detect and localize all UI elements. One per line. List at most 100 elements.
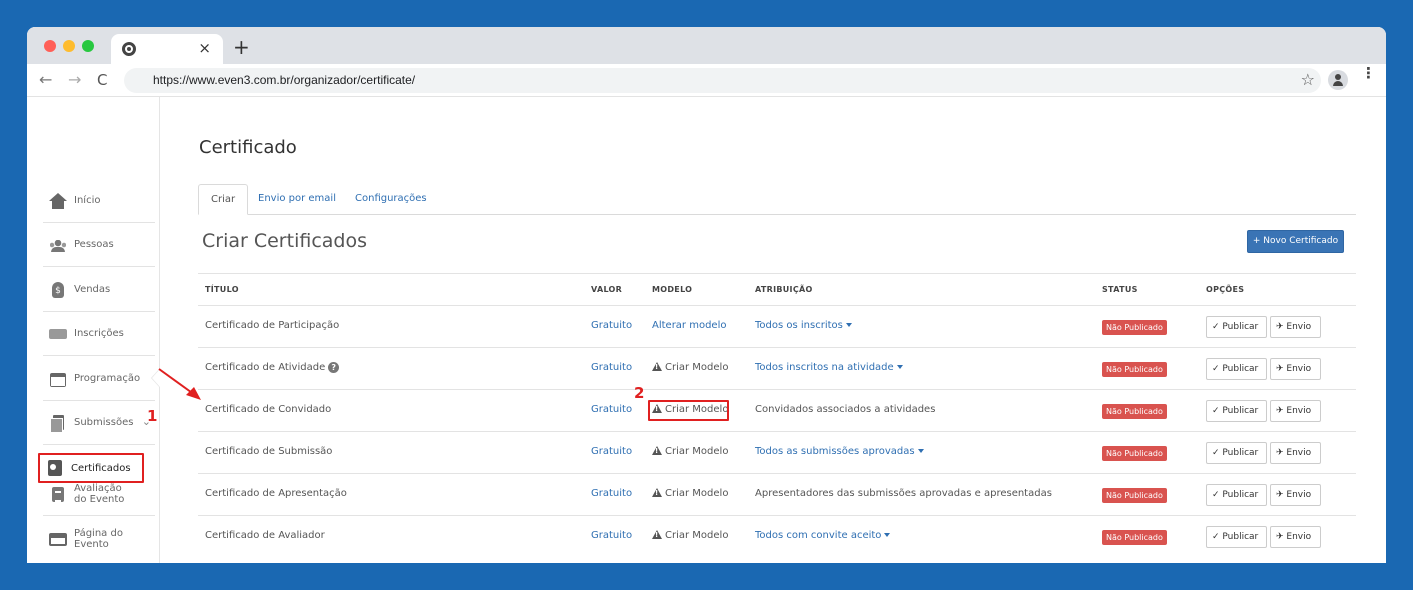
sidebar-item-label: Programação — [74, 373, 141, 384]
column-header-atribuicao: ATRIBUIÇÃO — [755, 285, 813, 294]
warning-icon — [652, 362, 662, 371]
table-row: Certificado de Apresentação Gratuito Cri… — [198, 474, 1356, 516]
row-title: Certificado de Atividade? — [205, 362, 340, 373]
home-icon — [49, 192, 67, 209]
sidebar-item-label: Inscrições — [74, 328, 124, 339]
sidebar-item-avaliacao[interactable]: Avaliação do Evento — [43, 472, 155, 516]
assignment-dropdown[interactable]: Todos as submissões aprovadas — [755, 446, 924, 457]
close-window-button[interactable] — [44, 40, 56, 52]
table-row: Certificado de Participação Gratuito Alt… — [198, 306, 1356, 348]
row-price-link[interactable]: Gratuito — [591, 530, 632, 541]
assignment-dropdown[interactable]: Todos com convite aceito — [755, 530, 891, 541]
browser-tab[interactable]: × — [111, 34, 223, 64]
browser-menu-icon[interactable]: ⋮ — [1361, 66, 1376, 81]
new-certificate-button[interactable]: + Novo Certificado — [1247, 230, 1344, 253]
assignment-dropdown[interactable]: Todos os inscritos — [755, 320, 852, 331]
minimize-window-button[interactable] — [63, 40, 75, 52]
table-header: TÍTULO VALOR MODELO ATRIBUIÇÃO STATUS OP… — [198, 273, 1356, 306]
sidebar-item-pessoas[interactable]: Pessoas — [43, 223, 155, 267]
create-model-link[interactable]: Criar Modelo — [652, 530, 728, 541]
sidebar: Início Pessoas Vendas Inscrições Program… — [27, 97, 160, 563]
tab-criar[interactable]: Criar — [198, 184, 249, 215]
caret-down-icon — [896, 365, 903, 369]
publish-button[interactable]: ✓ Publicar — [1206, 484, 1267, 506]
new-tab-button[interactable]: + — [233, 35, 250, 59]
sidebar-item-pagina[interactable]: Página do Evento — [43, 517, 155, 561]
sidebar-item-vendas[interactable]: Vendas — [43, 268, 155, 312]
caret-down-icon — [917, 449, 924, 453]
send-button[interactable]: ✈ Envio — [1270, 484, 1321, 506]
url-text: https://www.even3.com.br/organizador/cer… — [153, 73, 416, 87]
row-price-link[interactable]: Gratuito — [591, 446, 632, 457]
row-title: Certificado de Apresentação — [205, 488, 347, 499]
send-button[interactable]: ✈ Envio — [1270, 400, 1321, 422]
status-badge: Não Publicado — [1102, 404, 1167, 419]
send-button[interactable]: ✈ Envio — [1270, 358, 1321, 380]
sidebar-item-inscricoes[interactable]: Inscrições — [43, 312, 155, 356]
sidebar-item-label: Início — [74, 195, 101, 206]
step-2-number: 2 — [634, 384, 645, 402]
tab-close-icon[interactable]: × — [198, 39, 211, 57]
table-row: Certificado de Submissão Gratuito Criar … — [198, 432, 1356, 474]
sidebar-item-label: Vendas — [74, 284, 111, 295]
calendar-icon — [49, 371, 67, 387]
assignment-text: Convidados associados a atividades — [755, 404, 936, 415]
table-row: Certificado de Avaliador Gratuito Criar … — [198, 516, 1356, 558]
caret-down-icon — [845, 323, 852, 327]
sidebar-item-label: Submissões — [74, 417, 134, 428]
maximize-window-button[interactable] — [82, 40, 94, 52]
publish-button[interactable]: ✓ Publicar — [1206, 442, 1267, 464]
red-pointer-arrow-icon — [158, 368, 201, 400]
address-bar[interactable]: https://www.even3.com.br/organizador/cer… — [124, 68, 1321, 93]
main-content: Certificado Criar Envio por email Config… — [161, 97, 1386, 563]
publish-button[interactable]: ✓ Publicar — [1206, 316, 1267, 338]
send-button[interactable]: ✈ Envio — [1270, 442, 1321, 464]
sidebar-item-label: Pessoas — [74, 239, 114, 250]
status-badge: Não Publicado — [1102, 362, 1167, 377]
row-price-link[interactable]: Gratuito — [591, 404, 632, 415]
row-price-link[interactable]: Gratuito — [591, 362, 632, 373]
sidebar-item-inicio[interactable]: Início — [43, 179, 155, 223]
create-model-link[interactable]: Criar Modelo — [652, 446, 728, 457]
sidebar-item-submissoes[interactable]: Submissões ⌄ — [43, 401, 155, 445]
column-header-valor: VALOR — [591, 285, 623, 294]
forward-arrow-icon[interactable]: → — [68, 70, 81, 89]
tab-envio-por-email[interactable]: Envio por email — [246, 184, 348, 215]
documents-icon — [49, 414, 67, 433]
tab-bar: × + — [27, 27, 1386, 64]
send-button[interactable]: ✈ Envio — [1270, 316, 1321, 338]
money-bag-icon — [49, 281, 67, 298]
status-badge: Não Publicado — [1102, 446, 1167, 461]
tab-configuracoes[interactable]: Configurações — [343, 184, 439, 215]
profile-avatar-icon[interactable] — [1328, 70, 1348, 90]
sidebar-item-programacao[interactable]: Programação — [43, 357, 155, 401]
back-arrow-icon[interactable]: ← — [39, 70, 52, 89]
clipboard-icon — [49, 486, 67, 502]
publish-button[interactable]: ✓ Publicar — [1206, 526, 1267, 548]
sidebar-item-label: Avaliação do Evento — [74, 482, 125, 505]
column-header-titulo: TÍTULO — [205, 285, 239, 294]
publish-button[interactable]: ✓ Publicar — [1206, 358, 1267, 380]
warning-icon — [652, 488, 662, 497]
reload-icon[interactable]: C — [97, 71, 107, 89]
column-header-status: STATUS — [1102, 285, 1138, 294]
browser-window: × + ← → C https://www.even3.com.br/organ… — [27, 27, 1386, 563]
row-price-link[interactable]: Gratuito — [591, 488, 632, 499]
create-model-link[interactable]: Criar Modelo — [652, 488, 728, 499]
create-model-link[interactable]: Criar Modelo — [652, 362, 728, 373]
column-header-opcoes: OPÇÕES — [1206, 285, 1245, 294]
status-badge: Não Publicado — [1102, 488, 1167, 503]
change-model-link[interactable]: Alterar modelo — [652, 320, 726, 331]
publish-button[interactable]: ✓ Publicar — [1206, 400, 1267, 422]
bookmark-star-icon[interactable]: ☆ — [1301, 70, 1315, 89]
send-button[interactable]: ✈ Envio — [1270, 526, 1321, 548]
sidebar-item-label: Página do Evento — [74, 528, 123, 550]
assignment-dropdown[interactable]: Todos inscritos na atividade — [755, 362, 903, 373]
row-title: Certificado de Convidado — [205, 404, 332, 415]
table-row: Certificado de Convidado Gratuito Criar … — [198, 390, 1356, 432]
table-row: Certificado de Atividade? Gratuito Criar… — [198, 348, 1356, 390]
webpage-icon — [49, 531, 67, 547]
help-icon[interactable]: ? — [328, 362, 340, 373]
assignment-text: Apresentadores das submissões aprovadas … — [755, 488, 1052, 499]
row-price-link[interactable]: Gratuito — [591, 320, 632, 331]
